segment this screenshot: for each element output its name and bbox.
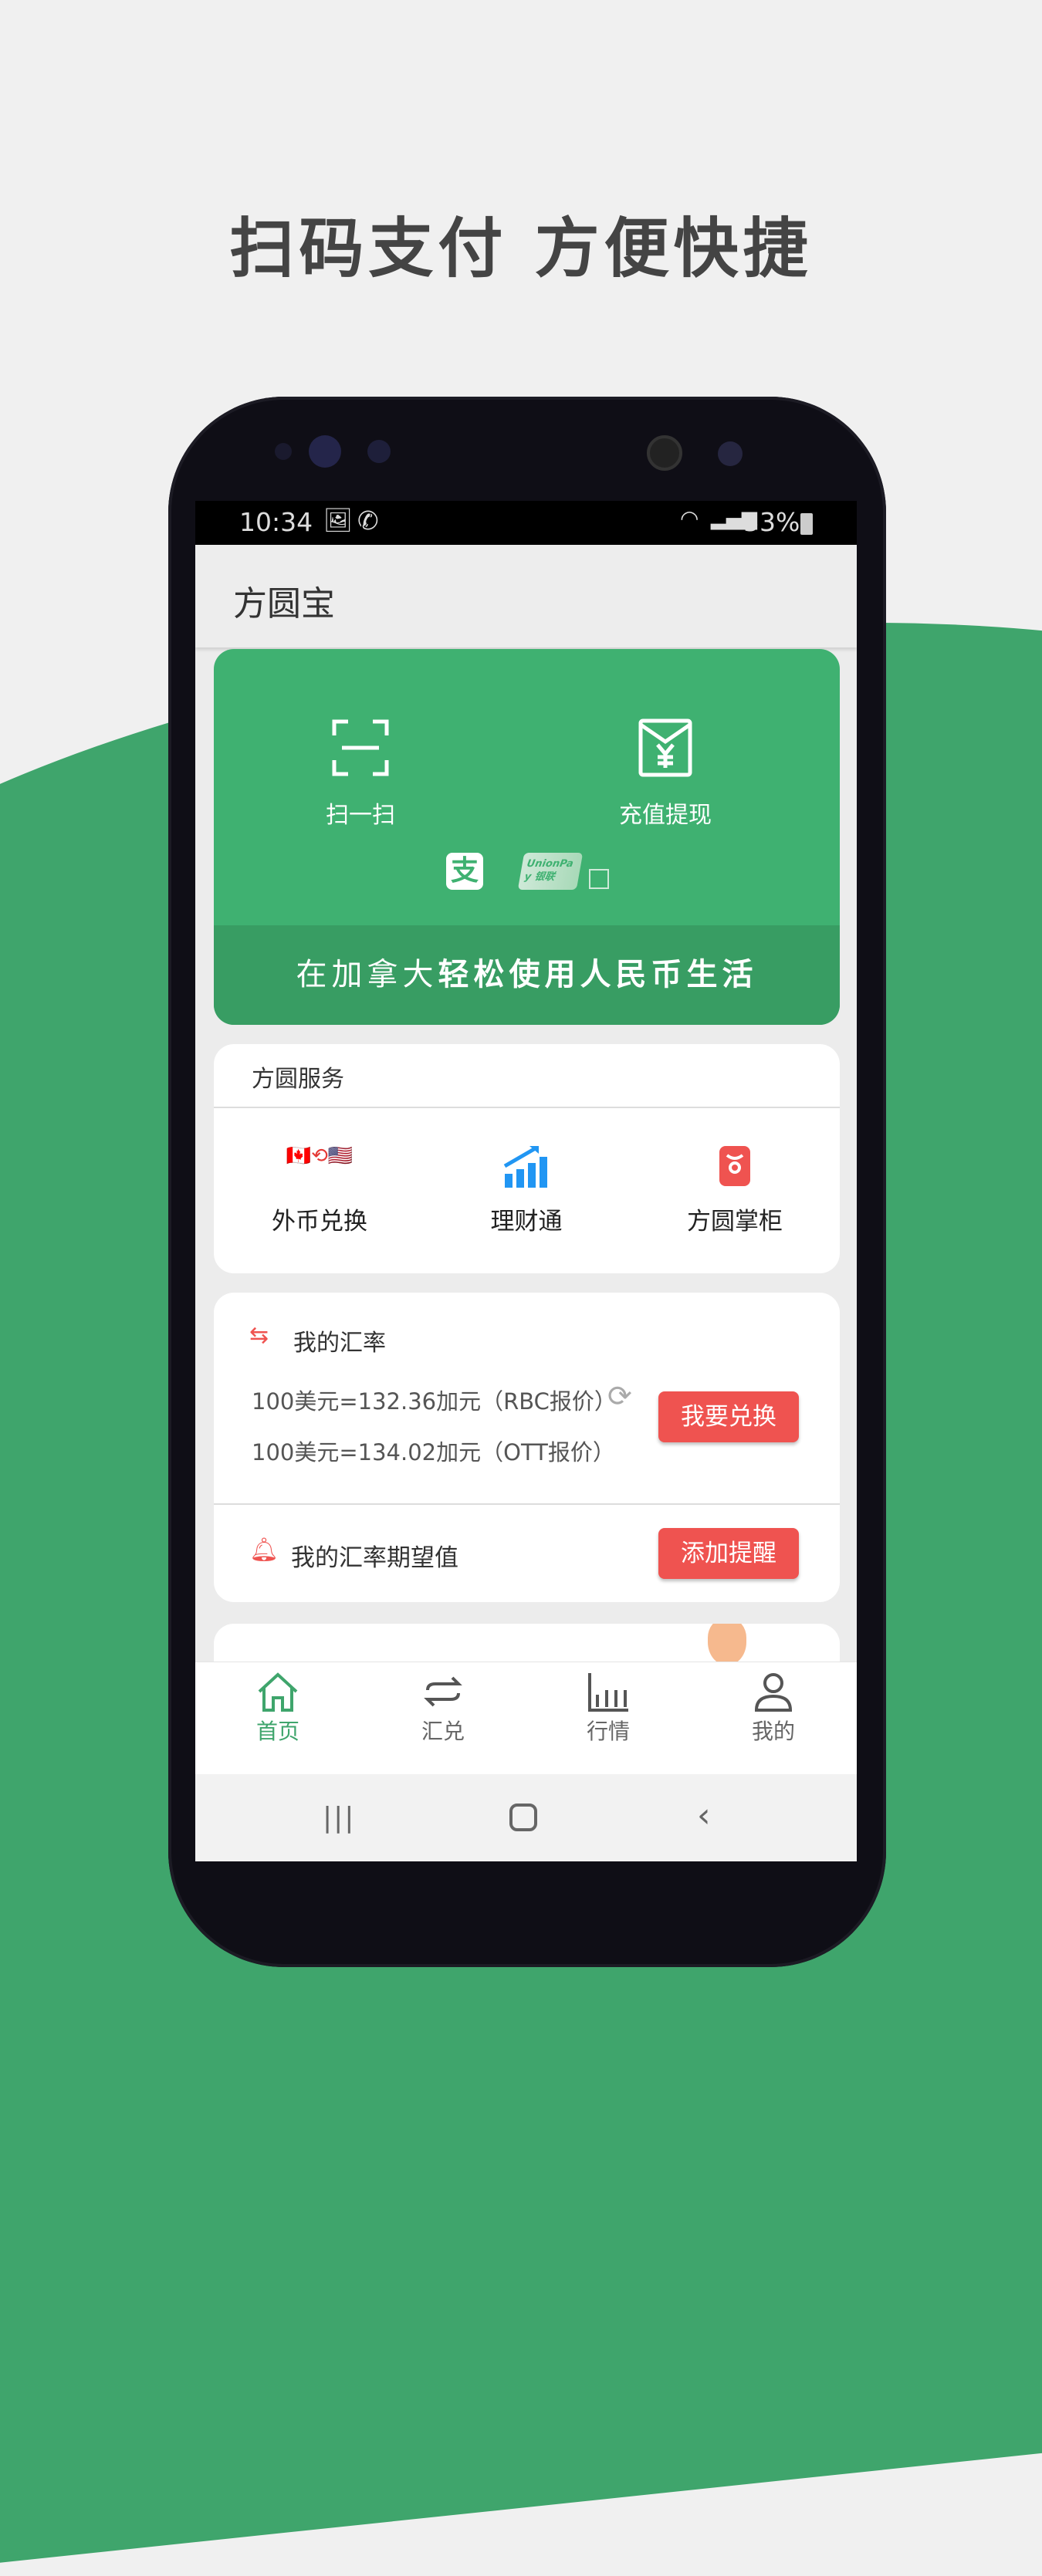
services-card: 方圆服务 🇨🇦⟲🇺🇸 外币兑换 理财通 方圆掌柜 [214,1044,840,1273]
service-label: 外币兑换 [272,1208,367,1236]
expectation-title: 我的汇率期望值 [291,1544,458,1572]
topup-withdraw-button[interactable]: 充值提现 [573,718,758,830]
status-time: 10:34 [239,507,313,537]
slogan-light: 在加拿大 [296,957,438,992]
battery-icon [800,513,813,535]
payment-banner: 扫一扫 充值提现 支 UnionPay 银联 在加拿大轻松使用人民币生活 [214,649,840,1025]
status-bar: 10:34 🖼 ✆ ◠ ▂▄▆ 53% [195,501,857,545]
phone-screen: 10:34 🖼 ✆ ◠ ▂▄▆ 53% 方圆宝 扫一扫 充值提现 支 Union… [195,501,857,1861]
service-currency-exchange[interactable]: 🇨🇦⟲🇺🇸 外币兑换 [215,1144,424,1236]
wifi-icon: ◠ [680,505,699,531]
front-camera-icon [647,435,682,471]
tab-label: 汇兑 [421,1719,465,1744]
service-label: 方圆掌柜 [687,1208,783,1236]
divider [214,1107,840,1108]
back-button[interactable]: ‹ [697,1796,711,1835]
user-icon [754,1673,793,1712]
phone-icon: ✆ [357,505,379,536]
tab-label: 首页 [255,1719,299,1744]
topup-label: 充值提现 [619,802,712,829]
hand-illustration [708,1624,746,1665]
services-title: 方圆服务 [252,1066,344,1093]
swap-icon [424,1676,462,1707]
scan-label: 扫一扫 [326,802,395,829]
unionpay-logo: UnionPay 银联 [517,853,584,890]
image-icon: 🖼 [323,507,354,534]
sensor-icon [275,443,292,460]
ott-rate: 100美元=134.02加元（OTT报价） [252,1439,615,1465]
red-wallet-icon [719,1146,750,1186]
exchange-arrows-icon: ⇆ [249,1322,269,1349]
sensor-icon [309,435,341,468]
recent-apps-button[interactable]: ||| [323,1802,355,1834]
qr-code-icon [589,869,609,889]
bell-icon: 🔔︎ [249,1536,279,1564]
divider [214,1503,840,1505]
tab-exchange[interactable]: 汇兑 [360,1672,526,1746]
slogan-bold: 轻松使用人民币生活 [438,957,758,992]
tab-label: 行情 [586,1719,630,1744]
add-reminder-button[interactable]: 添加提醒 [658,1528,799,1579]
service-shopkeeper[interactable]: 方圆掌柜 [631,1144,839,1236]
app-bar: 方圆宝 [195,545,857,647]
exchange-button[interactable]: 我要兑换 [658,1391,799,1442]
bar-chart-growth-icon [503,1146,547,1188]
service-wealth[interactable]: 理财通 [422,1144,631,1236]
alipay-logo: 支 [446,853,483,890]
slogan-band: 在加拿大轻松使用人民币生活 [214,925,840,1025]
sensor-icon [718,441,743,466]
tab-label: 我的 [751,1719,795,1744]
tab-profile[interactable]: 我的 [691,1672,856,1746]
promo-headline: 扫码支付 方便快捷 [229,211,813,286]
scan-icon [332,719,389,776]
battery-percent: 53% [743,507,800,537]
tab-home[interactable]: 首页 [195,1672,360,1746]
home-icon [258,1672,298,1712]
refresh-icon[interactable]: ⟳ [607,1379,632,1413]
currency-exchange-icon: 🇨🇦⟲🇺🇸 [286,1144,354,1168]
home-button[interactable] [509,1804,537,1831]
sensor-icon [367,440,391,463]
unionpay-logo-text: UnionPay 银联 [523,858,574,883]
rates-title: 我的汇率 [293,1330,386,1357]
rbc-rate: 100美元=132.36加元（RBC报价） [252,1388,617,1415]
system-nav-bar: ||| ‹ [195,1774,857,1861]
bar-chart-icon [588,1673,628,1712]
scan-button[interactable]: 扫一扫 [268,718,453,830]
service-label: 理财通 [490,1208,563,1236]
app-title: 方圆宝 [233,584,335,624]
envelope-yuan-icon [638,718,692,777]
exchange-rate-card: ⇆ 我的汇率 100美元=132.36加元（RBC报价） ⟳ 100美元=134… [214,1293,840,1602]
tab-market[interactable]: 行情 [526,1672,691,1746]
bottom-nav: 首页 汇兑 行情 我的 [195,1662,857,1774]
